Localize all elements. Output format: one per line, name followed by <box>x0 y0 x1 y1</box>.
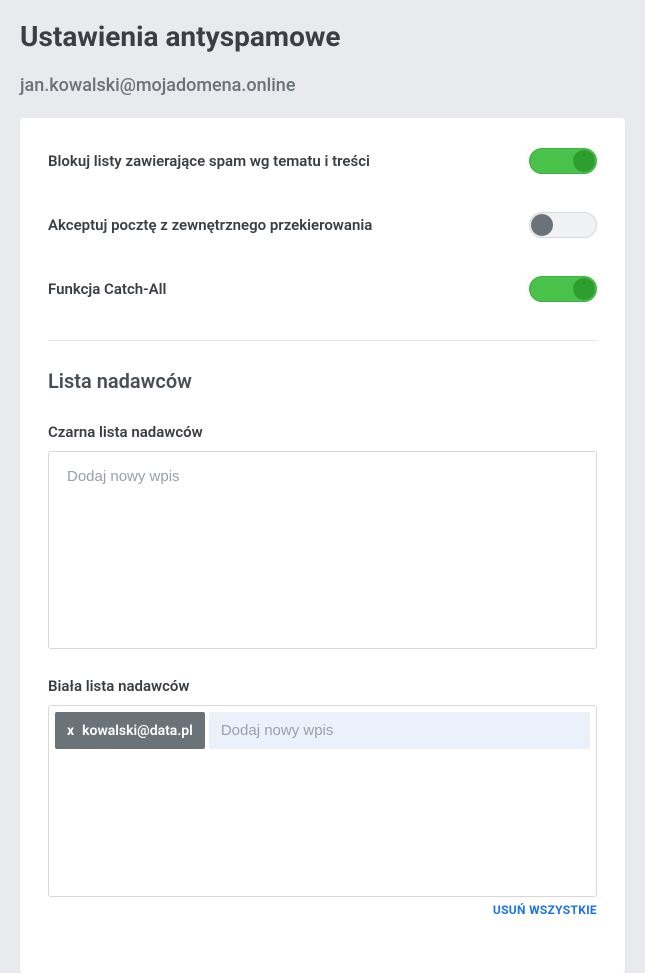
toggle-block-spam[interactable] <box>529 148 597 174</box>
toggle-knob <box>573 150 595 172</box>
whitelist-label: Biała lista nadawców <box>48 677 597 695</box>
toggle-catch-all[interactable] <box>529 276 597 302</box>
blacklist-input[interactable] <box>55 458 590 495</box>
settings-card: Blokuj listy zawierające spam wg tematu … <box>20 118 625 973</box>
delete-all-link[interactable]: USUŃ WSZYSTKIE <box>493 903 597 917</box>
page-title: Ustawienia antyspamowe <box>20 20 625 53</box>
toggle-accept-forward[interactable] <box>529 212 597 238</box>
toggle-label: Funkcja Catch-All <box>48 280 166 298</box>
whitelist-block: Biała lista nadawców x kowalski@data.pl … <box>48 677 597 917</box>
toggle-row-accept-forward: Akceptuj pocztę z zewnętrznego przekiero… <box>48 212 597 238</box>
whitelist-input[interactable] <box>209 712 590 749</box>
toggle-label: Akceptuj pocztę z zewnętrznego przekiero… <box>48 216 372 234</box>
toggle-knob <box>531 214 553 236</box>
whitelist-tag: x kowalski@data.pl <box>55 712 205 749</box>
whitelist-footer: USUŃ WSZYSTKIE <box>48 903 597 917</box>
tag-text: kowalski@data.pl <box>82 723 193 739</box>
blacklist-container[interactable] <box>48 451 597 649</box>
blacklist-block: Czarna lista nadawców <box>48 423 597 649</box>
toggle-label: Blokuj listy zawierające spam wg tematu … <box>48 152 370 170</box>
blacklist-label: Czarna lista nadawców <box>48 423 597 441</box>
tag-remove-icon[interactable]: x <box>67 724 74 738</box>
whitelist-container[interactable]: x kowalski@data.pl <box>48 705 597 897</box>
senders-section-title: Lista nadawców <box>48 369 597 393</box>
toggle-row-block-spam: Blokuj listy zawierające spam wg tematu … <box>48 148 597 174</box>
toggle-knob <box>573 278 595 300</box>
toggle-row-catch-all: Funkcja Catch-All <box>48 276 597 302</box>
account-email: jan.kowalski@mojadomena.online <box>20 75 625 96</box>
section-divider <box>48 340 597 341</box>
